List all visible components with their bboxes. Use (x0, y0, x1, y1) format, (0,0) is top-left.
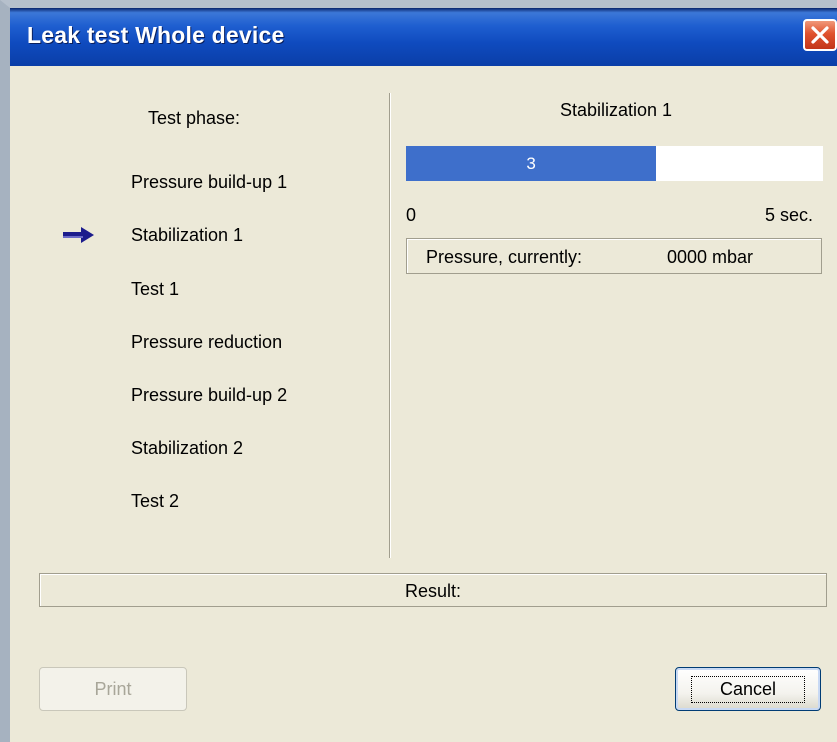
cancel-button[interactable]: Cancel (675, 667, 821, 711)
phase-item: Test 2 (131, 491, 180, 511)
title-bar[interactable]: Leak test Whole device (10, 8, 837, 66)
phase-item: Pressure build-up 1 (131, 172, 288, 192)
pressure-value: 0000 mbar (667, 247, 754, 267)
pressure-readout: Pressure, currently: 0000 mbar (406, 238, 822, 274)
test-phase-heading: Test phase: (148, 108, 241, 128)
close-icon (811, 26, 829, 44)
progress-bar: 3 (406, 146, 823, 181)
progress-max-label: 5 sec. (764, 205, 813, 225)
pressure-label: Pressure, currently: (426, 247, 583, 267)
result-panel: Result: (39, 573, 827, 607)
phase-item: Test 1 (131, 279, 180, 299)
current-phase-title: Stabilization 1 (559, 100, 673, 120)
dialog-window: Leak test Whole device Test phase: Press… (0, 0, 837, 742)
progress-min-label: 0 (406, 205, 417, 225)
phase-item: Stabilization 2 (131, 438, 244, 458)
close-button[interactable] (803, 19, 837, 51)
current-phase-arrow-icon (62, 226, 96, 249)
result-label: Result: (404, 581, 462, 601)
vertical-divider (389, 93, 391, 558)
print-button[interactable]: Print (39, 667, 187, 711)
phase-item: Pressure reduction (131, 332, 283, 352)
cancel-button-label: Cancel (690, 675, 806, 703)
window-title: Leak test Whole device (27, 22, 285, 48)
phase-item: Stabilization 1 (131, 225, 244, 245)
phase-item: Pressure build-up 2 (131, 385, 288, 405)
progress-value: 3 (526, 154, 536, 173)
